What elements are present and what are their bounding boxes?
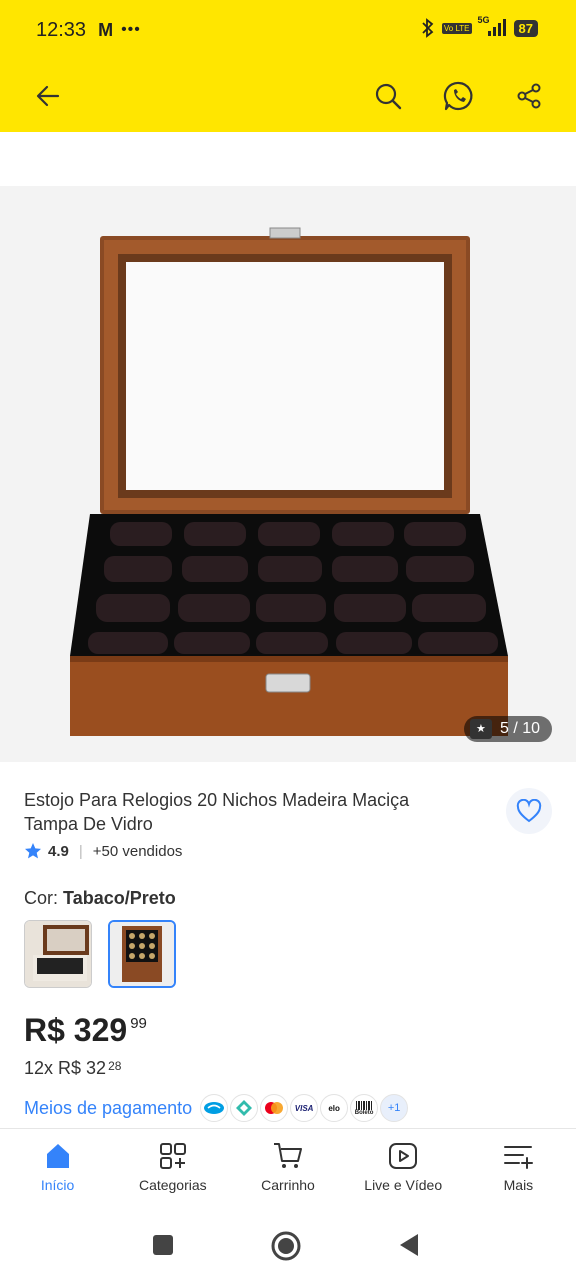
installments-cents: 28 [108,1059,122,1073]
payment-more-badge[interactable]: +1 [380,1094,409,1122]
rating-row[interactable]: 4.9 | +50 vendidos [24,842,182,860]
product-image [70,227,508,736]
price-cents: 99 [130,1015,147,1032]
whatsapp-icon[interactable] [441,78,477,114]
visa-icon: VISA [290,1094,319,1122]
favorite-button[interactable] [506,788,552,834]
elo-icon: elo [320,1094,349,1122]
network-type: 5G [477,15,490,25]
nav-live-video[interactable]: Live e Vídeo [346,1129,461,1214]
heart-icon [516,799,542,823]
seller-logo-icon: ★ [469,719,492,739]
nav-label-live-video: Live e Vídeo [364,1177,443,1193]
nav-label-carrinho: Carrinho [261,1177,315,1193]
installments: 12x R$ 32 28 [24,1058,121,1079]
payment-methods-row: Meios de pagamento VISA elo Boleto +1 [24,1094,410,1122]
mercadopago-icon [200,1094,229,1122]
nav-label-mais: Mais [503,1177,534,1193]
color-selector-label: Cor: Tabaco/Preto [24,888,176,909]
boleto-label: Boleto [354,1109,374,1116]
color-option-1-image [25,921,91,987]
status-time: 12:33 [36,18,87,41]
color-option-2-image [110,922,174,986]
arrow-left-icon[interactable] [30,78,66,114]
nav-inicio[interactable]: Início [0,1129,115,1214]
search-icon[interactable] [370,78,406,114]
home-icon [46,1144,69,1168]
price-integer: R$ 329 [24,1012,128,1048]
recents-icon[interactable] [152,1234,174,1256]
app-bar [0,60,576,132]
header-spacer [0,132,576,186]
status-bar: 12:33 M ••• Vo LTE 5G 87 [0,0,576,60]
image-counter-text: 5 / 10 [499,720,540,737]
rating-score: 4.9 [48,842,69,860]
price: R$ 329 99 [24,1012,147,1049]
installments-text: 12x R$ 32 [24,1058,107,1078]
boleto-icon: Boleto [350,1094,379,1122]
battery-icon: 87 [513,19,538,37]
share-icon[interactable] [511,78,547,114]
bottom-navigation: Início Categorias Carrinho Live e Vídeo … [0,1128,576,1214]
nav-mais[interactable]: Mais [461,1129,576,1214]
payment-methods-link[interactable]: Meios de pagamento [24,1098,192,1119]
volte-badge: Vo LTE [441,22,472,34]
back-button-icon[interactable] [398,1233,420,1257]
cart-icon [274,1143,302,1168]
product-image-gallery[interactable]: ★ 5 / 10 [0,186,576,762]
more-menu-icon [504,1146,534,1169]
signal-icon: 5G [477,15,508,38]
nav-label-inicio: Início [40,1177,75,1193]
bluetooth-icon [422,18,434,38]
color-value: Tabaco/Preto [63,888,176,908]
status-right: Vo LTE 5G 87 [420,15,538,38]
pix-icon [230,1094,259,1122]
status-more-icon: ••• [121,21,141,38]
play-icon [389,1143,418,1169]
nav-categorias[interactable]: Categorias [115,1129,230,1214]
system-navigation-bar [0,1214,576,1280]
nav-carrinho[interactable]: Carrinho [230,1129,345,1214]
star-icon [25,843,41,859]
home-button-icon[interactable] [270,1230,302,1262]
mastercard-icon [260,1094,289,1122]
nav-label-categorias: Categorias [138,1177,207,1193]
product-title: Estojo Para Relogios 20 Nichos Madeira M… [24,790,410,834]
categories-icon [159,1143,186,1169]
color-option-1[interactable] [24,920,92,988]
sold-count: +50 vendidos [92,842,183,860]
rating-separator: | [78,842,83,860]
image-counter: ★ 5 / 10 [463,716,552,742]
carrier-icon: M [98,19,114,40]
color-option-2[interactable] [108,920,176,988]
color-label: Cor: [24,888,59,908]
